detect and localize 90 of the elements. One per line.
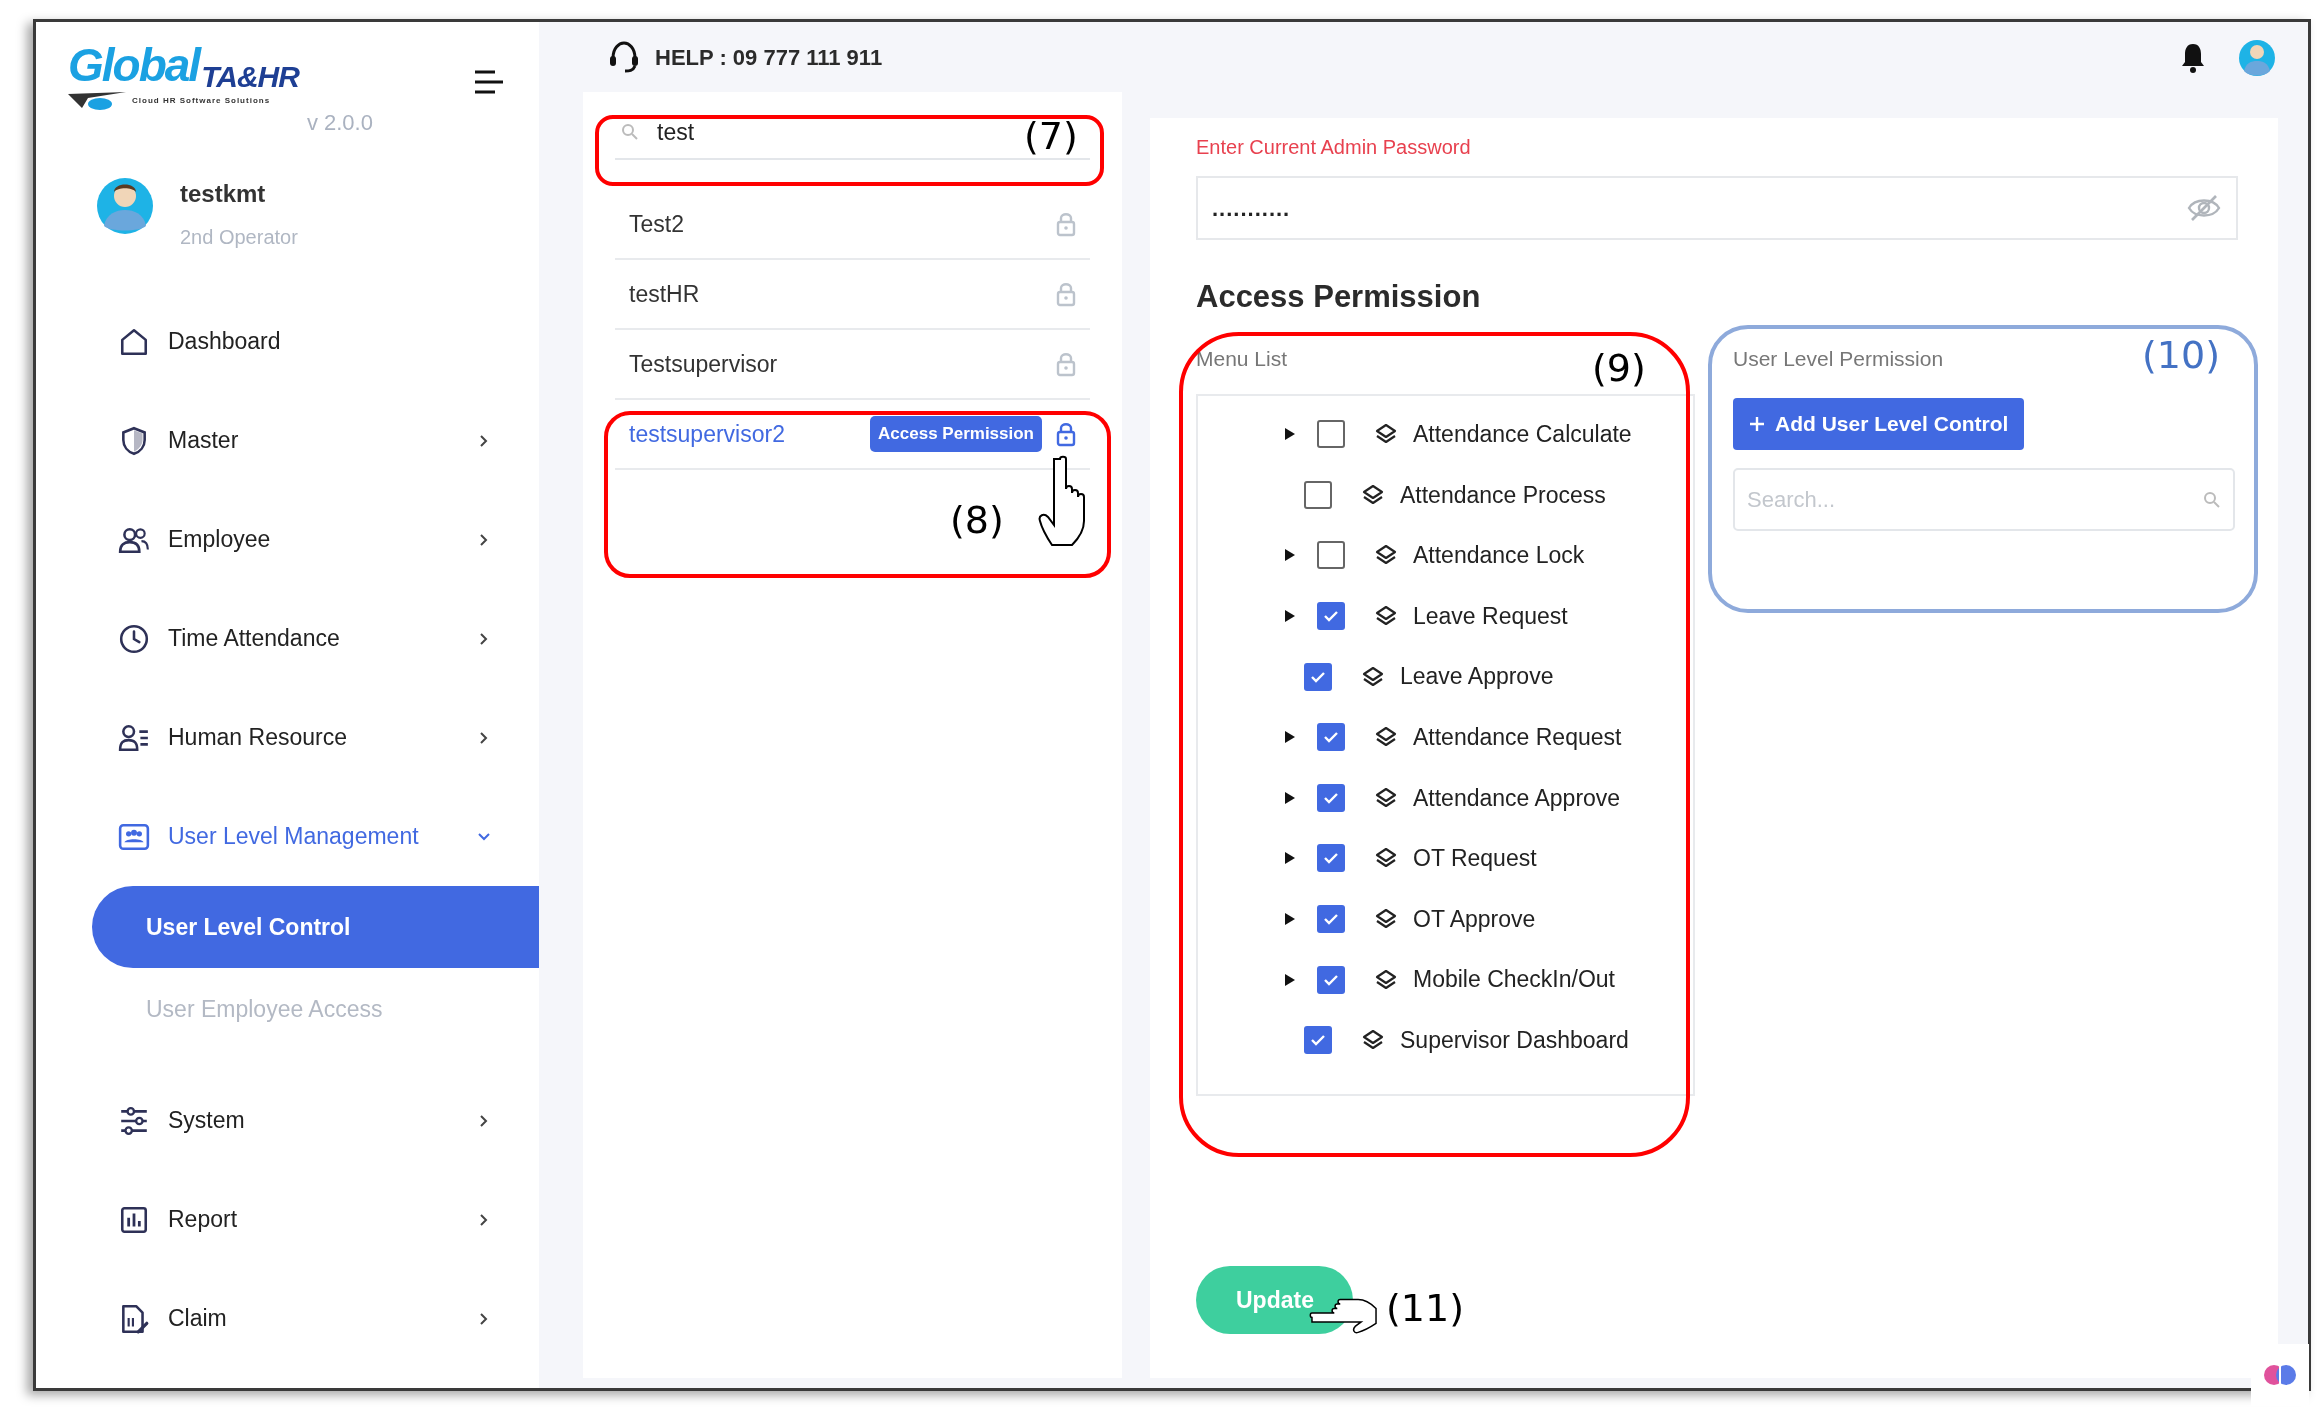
password-label: Enter Current Admin Password — [1196, 135, 1472, 160]
nav-item[interactable]: Master — [36, 391, 539, 490]
search-icon — [2203, 490, 2221, 509]
menu-tree-label[interactable]: OT Approve — [1413, 901, 1536, 937]
lock-icon[interactable] — [1056, 421, 1076, 447]
layers-icon — [1375, 605, 1397, 628]
password-field[interactable]: ........... — [1196, 176, 2238, 240]
nav-item[interactable]: Claim — [36, 1269, 539, 1368]
checkmark-icon — [1323, 851, 1339, 866]
menu-tree-label[interactable]: Leave Request — [1413, 598, 1568, 634]
checkbox[interactable] — [1304, 662, 1332, 691]
menu-tree-label[interactable]: Attendance Calculate — [1413, 417, 1632, 452]
checkbox[interactable] — [1317, 541, 1345, 570]
nav-item[interactable]: Report — [36, 1170, 539, 1269]
layers-icon — [1362, 1029, 1384, 1052]
checkmark-icon — [1323, 730, 1339, 745]
checkmark-icon — [1310, 1033, 1326, 1048]
expand-arrow-icon[interactable] — [1284, 972, 1296, 987]
checkbox[interactable] — [1317, 602, 1345, 631]
expand-arrow-icon[interactable] — [1284, 609, 1296, 624]
expand-arrow-icon[interactable] — [1284, 427, 1296, 442]
layers-icon — [1362, 665, 1384, 688]
expand-arrow-icon[interactable] — [1284, 548, 1296, 563]
checkbox[interactable] — [1317, 905, 1345, 934]
search-icon — [621, 123, 639, 141]
nav-item[interactable]: Human Resource — [36, 688, 539, 787]
checkbox[interactable] — [1317, 965, 1345, 994]
user-role: 2nd Operator — [180, 225, 298, 250]
checkmark-icon — [1323, 790, 1339, 805]
help-line: HELP : 09 777 111 911 — [655, 43, 883, 72]
checkmark-icon — [1323, 972, 1339, 987]
nav-item[interactable]: Dashboard — [36, 292, 539, 391]
nav-item[interactable]: Employee — [36, 490, 539, 589]
nav-item[interactable]: User Level Management — [36, 787, 539, 886]
version-label: v 2.0.0 — [306, 109, 373, 137]
layers-icon — [1375, 968, 1397, 991]
submenu-item[interactable]: User Level Control — [92, 886, 539, 968]
layers-icon — [1375, 847, 1397, 870]
menu-tree-label[interactable]: OT Request — [1413, 841, 1537, 876]
checkbox[interactable] — [1317, 723, 1345, 752]
menu-tree-label[interactable]: Supervisor Dashboard — [1400, 1023, 1629, 1058]
layers-icon — [1375, 786, 1397, 809]
checkmark-icon — [1323, 609, 1339, 624]
layers-icon — [1375, 423, 1397, 446]
menu-tree-label[interactable]: Attendance Lock — [1413, 538, 1585, 573]
menu-list-label: Menu List — [1196, 345, 1288, 372]
nav-item[interactable]: System — [36, 1071, 539, 1170]
add-button[interactable]: Add User Level Control — [1733, 398, 2025, 450]
user-list-item[interactable]: Testsupervisor — [615, 330, 1090, 400]
expand-arrow-icon[interactable] — [1284, 790, 1296, 805]
sliders-icon — [118, 1104, 150, 1137]
menu-tree-label[interactable]: Leave Approve — [1400, 659, 1554, 694]
checkmark-icon — [1310, 669, 1326, 684]
logo-suffix: TA&HR — [201, 60, 299, 94]
section-heading: Access Permission — [1196, 278, 1482, 316]
layers-icon — [1375, 726, 1397, 749]
layers-icon — [1375, 544, 1397, 567]
callout-number: (7) — [1024, 113, 1078, 159]
user-name: testkmt — [180, 179, 267, 209]
menu-tree-label[interactable]: Attendance Request — [1413, 720, 1622, 755]
menu-icon[interactable] — [473, 68, 505, 96]
expand-arrow-icon[interactable] — [1284, 730, 1296, 745]
callout-number: (11) — [1386, 1285, 1464, 1331]
layers-icon — [1375, 908, 1397, 931]
expand-arrow-icon[interactable] — [1284, 851, 1296, 866]
callout-number: (10) — [2142, 332, 2220, 378]
menu-tree-label[interactable]: Attendance Approve — [1413, 780, 1621, 816]
checkbox[interactable] — [1317, 783, 1345, 812]
menu-tree-label[interactable]: Mobile CheckIn/Out — [1413, 962, 1615, 997]
plus-icon — [1749, 416, 1765, 432]
headset-icon — [607, 40, 641, 74]
callout-number: (8) — [950, 497, 1004, 543]
checkbox[interactable] — [1317, 844, 1345, 873]
checkbox[interactable] — [1304, 480, 1332, 509]
user-list-item[interactable]: testHR — [615, 260, 1090, 330]
user-list-item[interactable]: testsupervisor2 Access Permission — [615, 400, 1090, 470]
expand-arrow-icon[interactable] — [1284, 912, 1296, 927]
callout-number: (9) — [1592, 345, 1646, 391]
checkbox[interactable] — [1317, 420, 1345, 449]
access-permission-tooltip: Access Permission — [870, 416, 1042, 452]
nav-item[interactable]: Time Attendance — [36, 589, 539, 688]
logo-wordmark: Global — [68, 40, 200, 90]
user-level-permission-label: User Level Permission — [1733, 345, 1944, 372]
checkbox[interactable] — [1304, 1026, 1332, 1055]
layers-icon — [1362, 483, 1384, 506]
user-list-item[interactable]: Test2 — [615, 190, 1090, 260]
clock-icon — [118, 622, 150, 655]
logo-tagline: Cloud HR Software Solutions — [132, 96, 271, 106]
menu-tree-label[interactable]: Attendance Process — [1400, 477, 1606, 513]
checkmark-icon — [1323, 912, 1339, 927]
